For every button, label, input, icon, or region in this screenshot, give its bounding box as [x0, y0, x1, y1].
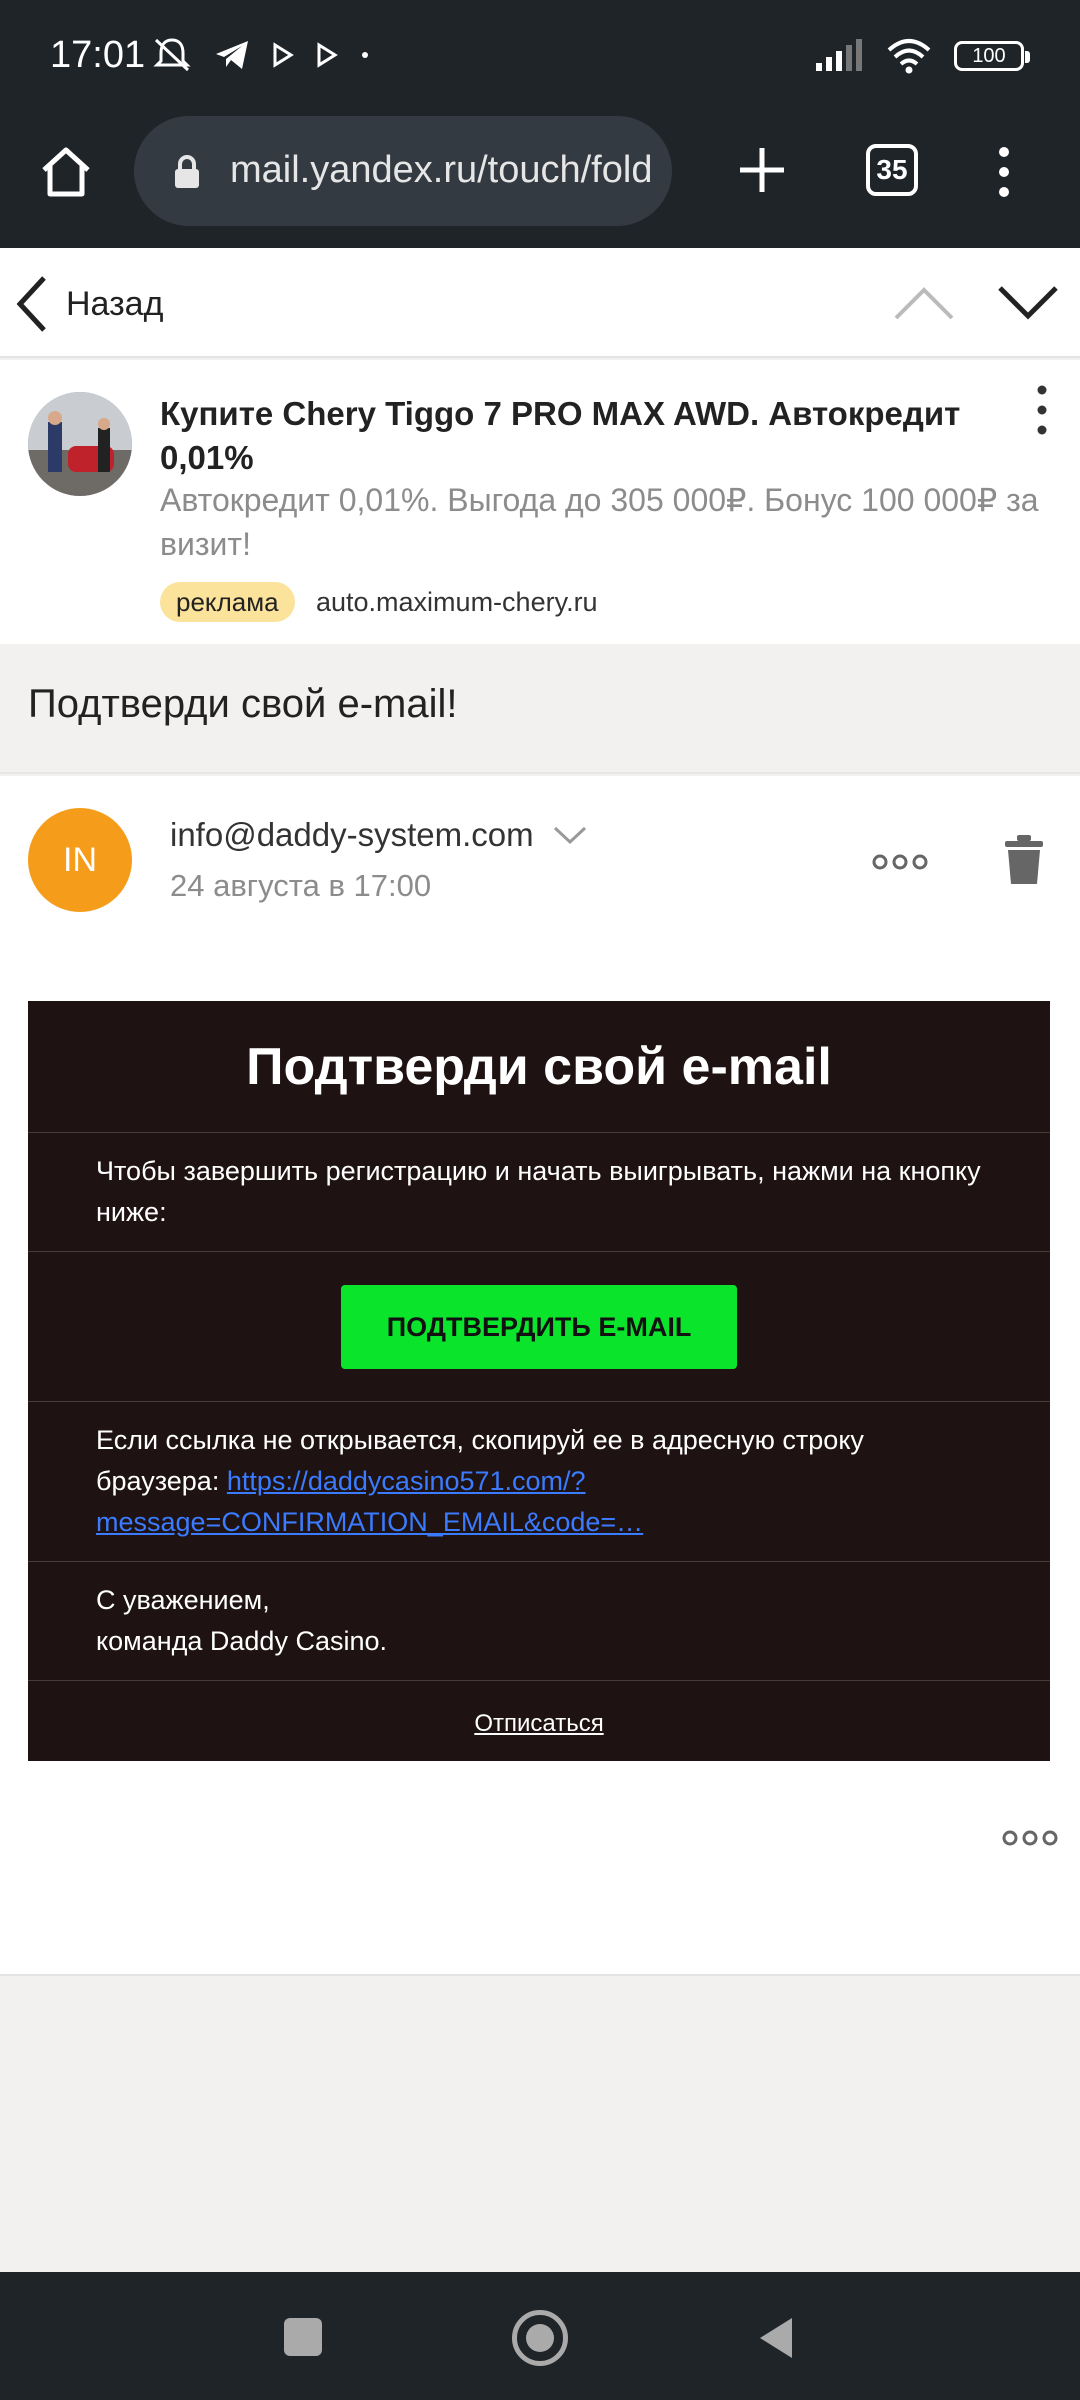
browser-menu-icon[interactable] — [990, 144, 1018, 200]
home-icon[interactable] — [36, 142, 96, 202]
trash-icon[interactable] — [1004, 834, 1044, 886]
sender-avatar: IN — [28, 808, 132, 912]
signature-line-1: С уважением, — [96, 1585, 270, 1615]
url-text: mail.yandex.ru/touch/fold — [230, 149, 653, 191]
new-tab-icon[interactable] — [734, 142, 790, 198]
play-icon — [317, 42, 338, 68]
status-time: 17:01 — [50, 34, 146, 76]
ad-banner[interactable]: Купите Chery Tiggo 7 PRO MAX AWD. Автокр… — [0, 360, 1080, 644]
signal-icon — [816, 39, 862, 71]
more-icon[interactable] — [1002, 1828, 1058, 1848]
confirm-row: ПОДТВЕРДИТЬ E-MAIL — [28, 1252, 1050, 1402]
lock-icon — [175, 155, 199, 188]
telegram-icon — [216, 41, 248, 69]
tab-switcher-button[interactable]: 35 — [866, 144, 918, 196]
chevron-down-icon — [553, 826, 586, 845]
unsubscribe-link[interactable]: Отписаться — [28, 1681, 1050, 1767]
subject-bar: Подтверди свой e-mail! — [0, 644, 1080, 774]
message-subject: Подтверди свой e-mail! — [28, 682, 458, 726]
sender-info[interactable]: info@daddy-system.com — [170, 816, 588, 854]
mail-header: Назад — [0, 248, 1080, 358]
dot-icon — [362, 52, 368, 58]
browser-chrome: 17:01 100 mail.yandex.ru/touch/fold 35 — [0, 0, 1080, 248]
ad-description: Автокредит 0,01%. Выгода до 305 000₽. Бо… — [160, 482, 1039, 562]
email-heading: Подтверди свой e-mail — [28, 1001, 1050, 1133]
signature-line-2: команда Daddy Casino. — [96, 1626, 387, 1656]
status-bar: 17:01 100 — [0, 0, 1080, 112]
back-button[interactable]: Назад — [14, 272, 163, 336]
email-body: Подтверди свой e-mail Чтобы завершить ре… — [28, 1001, 1050, 1761]
fallback-text: Если ссылка не открывается, скопируй ее … — [28, 1402, 1050, 1562]
confirm-email-button[interactable]: ПОДТВЕРДИТЬ E-MAIL — [341, 1285, 737, 1369]
email-intro: Чтобы завершить регистрацию и начать выи… — [28, 1133, 1050, 1252]
battery-icon: 100 — [954, 41, 1030, 71]
message-date: 24 августа в 17:00 — [170, 868, 432, 903]
message: IN info@daddy-system.com 24 августа в 17… — [0, 776, 1080, 1976]
previous-message-icon[interactable] — [892, 278, 956, 326]
signature: С уважением, команда Daddy Casino. — [28, 1562, 1050, 1681]
mute-icon — [153, 38, 191, 72]
ad-domain: auto.maximum-chery.ru — [316, 587, 598, 617]
sender-email: info@daddy-system.com — [170, 816, 534, 853]
back-label: Назад — [66, 284, 164, 323]
android-nav-bar — [0, 2272, 1080, 2400]
ad-badge: реклама — [160, 582, 295, 622]
ad-title: Купите Chery Tiggo 7 PRO MAX AWD. Автокр… — [160, 395, 961, 476]
ad-image — [28, 392, 132, 496]
chevron-left-icon — [16, 276, 46, 332]
play-icon — [273, 42, 294, 68]
notification-icons — [152, 36, 370, 74]
home-button[interactable] — [512, 2310, 568, 2366]
wifi-icon — [887, 39, 931, 74]
message-more-icon[interactable] — [872, 852, 928, 872]
next-message-icon[interactable] — [996, 278, 1060, 326]
back-triangle-icon[interactable] — [756, 2316, 796, 2360]
url-bar[interactable]: mail.yandex.ru/touch/fold — [134, 116, 672, 226]
recents-button[interactable] — [284, 2318, 322, 2356]
ad-more-icon[interactable] — [1030, 380, 1054, 440]
system-icons: 100 — [814, 38, 1030, 74]
browser-toolbar: mail.yandex.ru/touch/fold 35 — [0, 112, 1080, 248]
